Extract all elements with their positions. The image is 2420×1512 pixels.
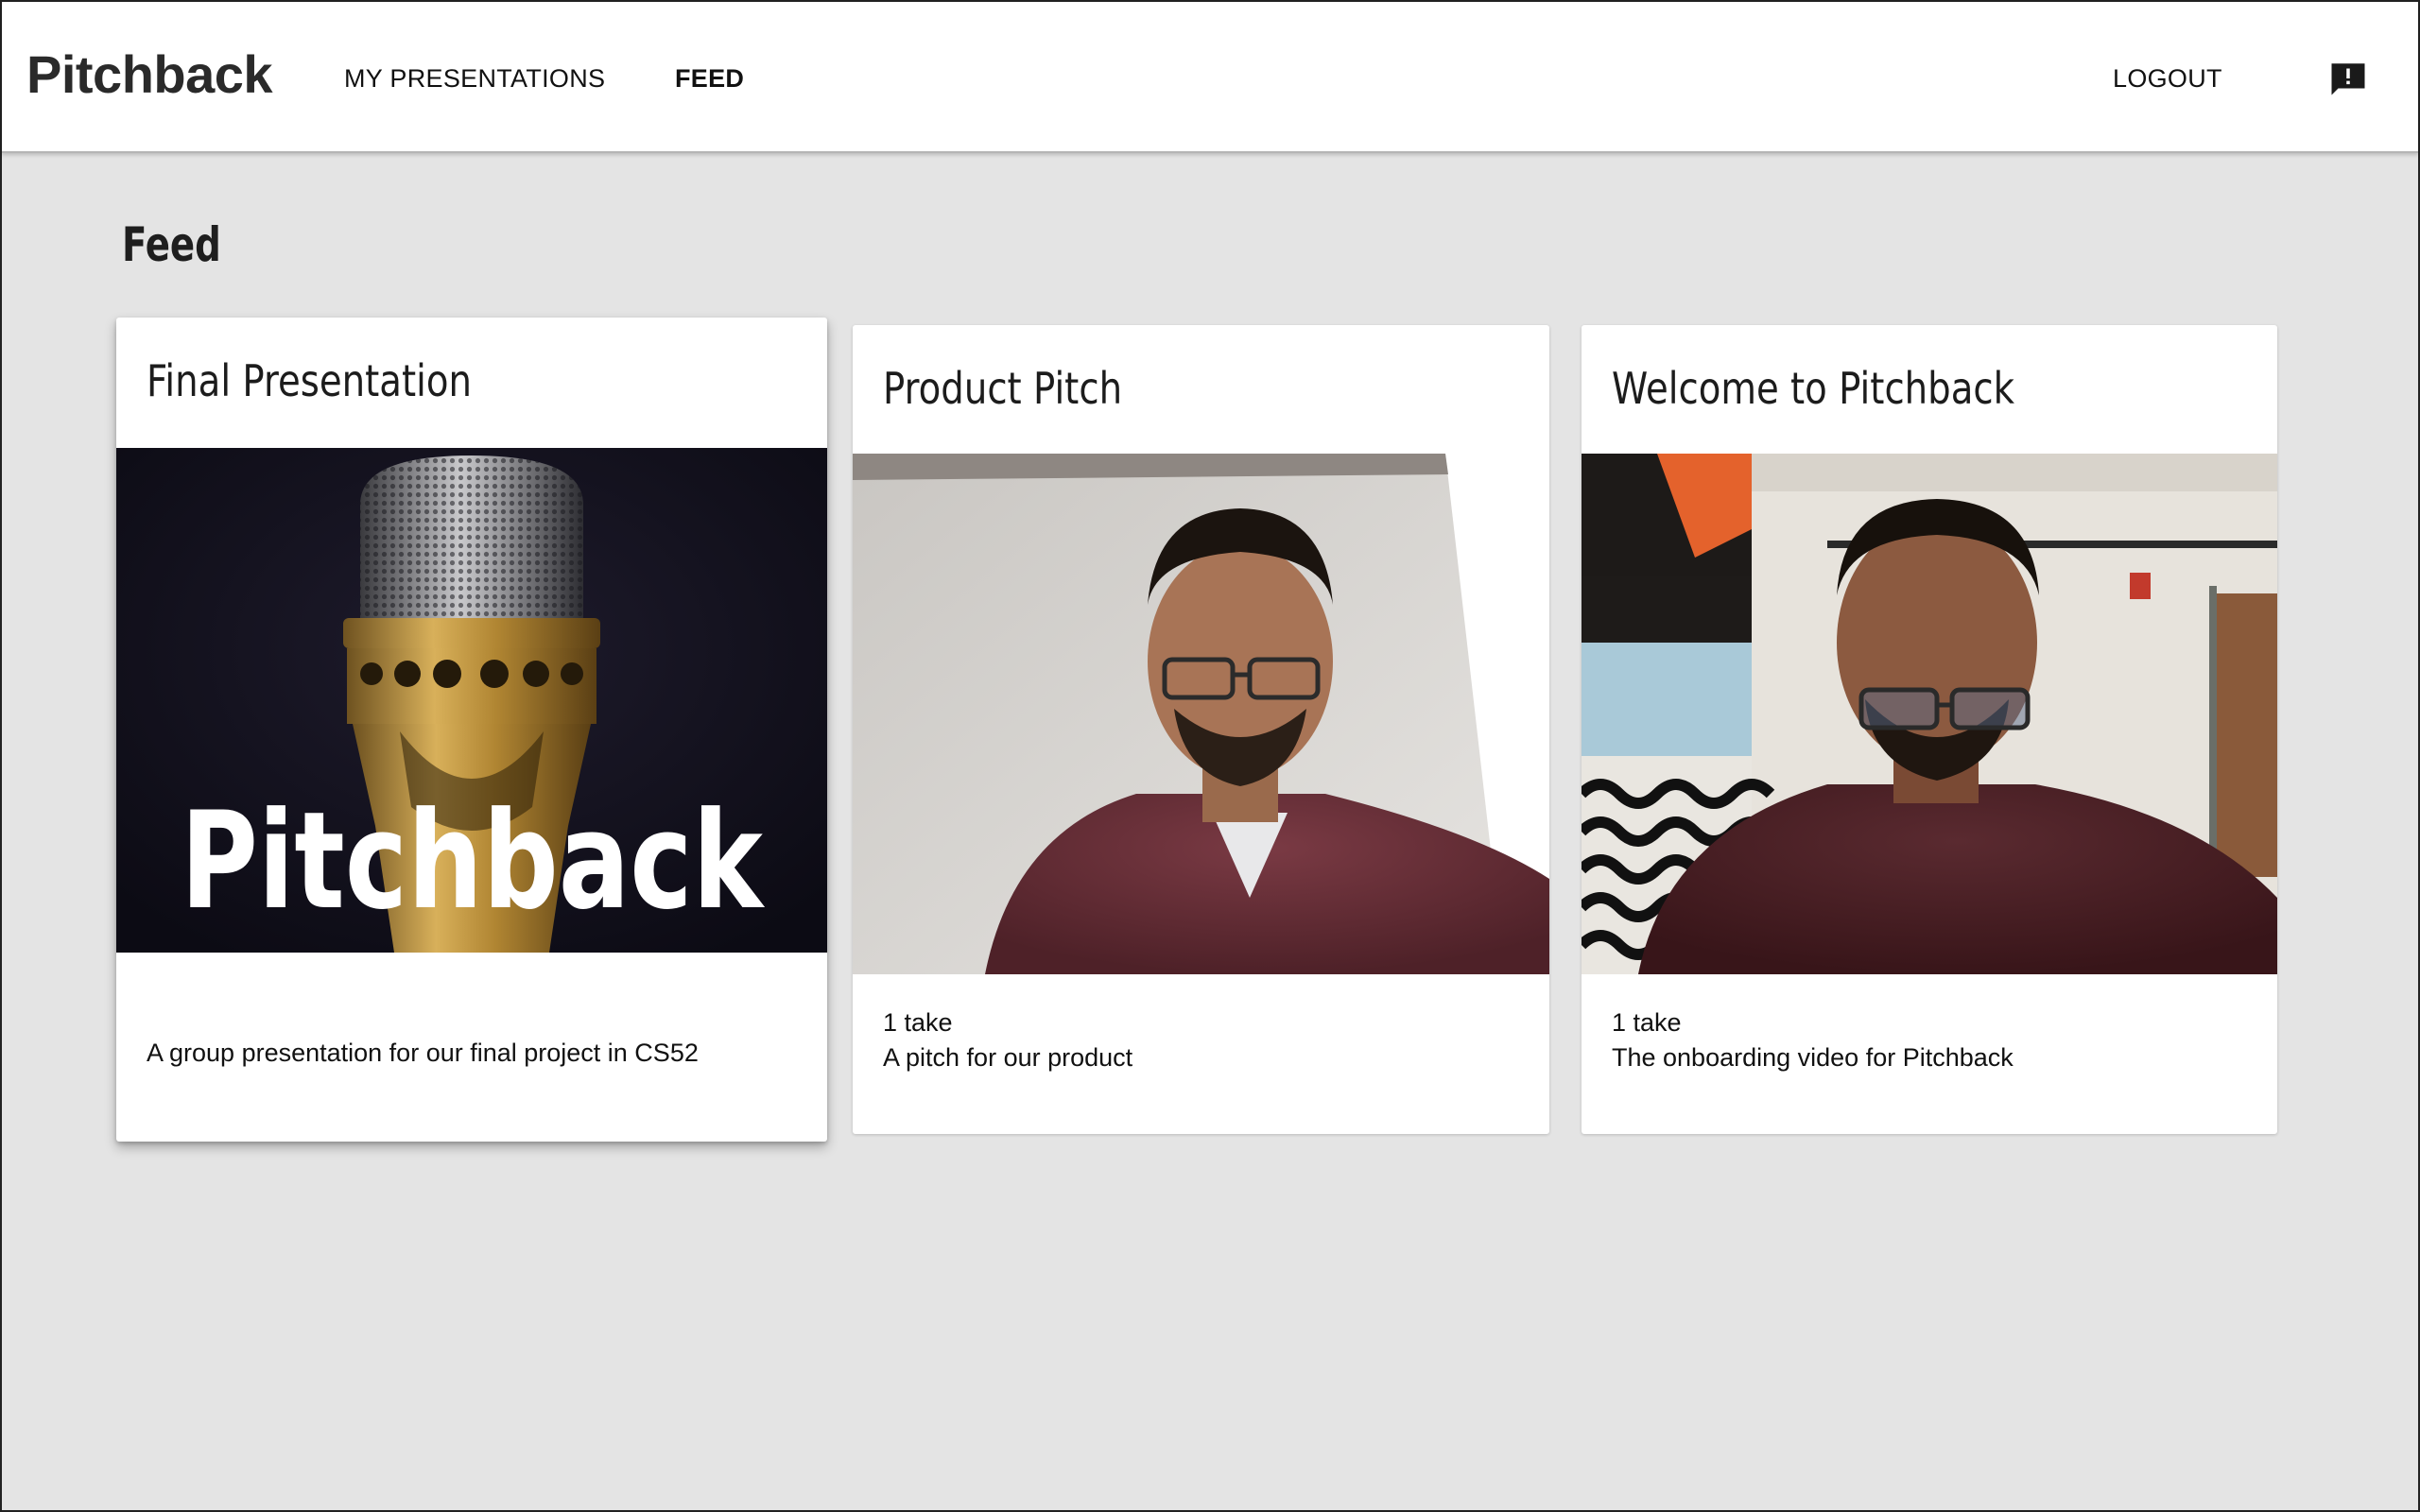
page-title: Feed: [122, 217, 221, 272]
card-video-thumbnail[interactable]: [1582, 454, 2277, 974]
card-description: A group presentation for our final proje…: [147, 1039, 699, 1067]
card-description: The onboarding video for Pitchback: [1612, 1043, 2014, 1072]
thumbnail-title: Pitchback: [181, 783, 766, 939]
feedback-icon[interactable]: [2328, 59, 2368, 98]
card-take-count: 1 take: [1612, 1008, 1682, 1037]
presentation-card-welcome[interactable]: Welcome to Pitchback 1 take The onboardi…: [1582, 325, 2277, 1134]
logout-button[interactable]: LOGOUT: [2113, 64, 2222, 94]
presenter-video-frame: [853, 454, 1549, 974]
card-title: Product Pitch: [883, 363, 1123, 414]
card-thumbnail[interactable]: Pitchback: [116, 448, 827, 953]
card-video-thumbnail[interactable]: [853, 454, 1549, 974]
microphone-image: Pitchback: [116, 448, 827, 953]
presenter-video-frame: [1582, 454, 2277, 974]
top-navigation-bar: Pitchback MY PRESENTATIONS FEED LOGOUT: [2, 2, 2418, 153]
card-description: A pitch for our product: [883, 1043, 1133, 1072]
presentation-card-final[interactable]: Final Presentation Pitchback A group pre…: [116, 318, 827, 1142]
nav-my-presentations[interactable]: MY PRESENTATIONS: [344, 64, 605, 94]
card-take-count: 1 take: [883, 1008, 953, 1037]
brand-logo[interactable]: Pitchback: [26, 43, 273, 105]
nav-feed[interactable]: FEED: [675, 64, 744, 94]
card-title: Welcome to Pitchback: [1612, 363, 2015, 414]
card-title: Final Presentation: [147, 355, 473, 406]
presentation-card-product-pitch[interactable]: Product Pitch 1 take A pitch for our pro…: [853, 325, 1549, 1134]
